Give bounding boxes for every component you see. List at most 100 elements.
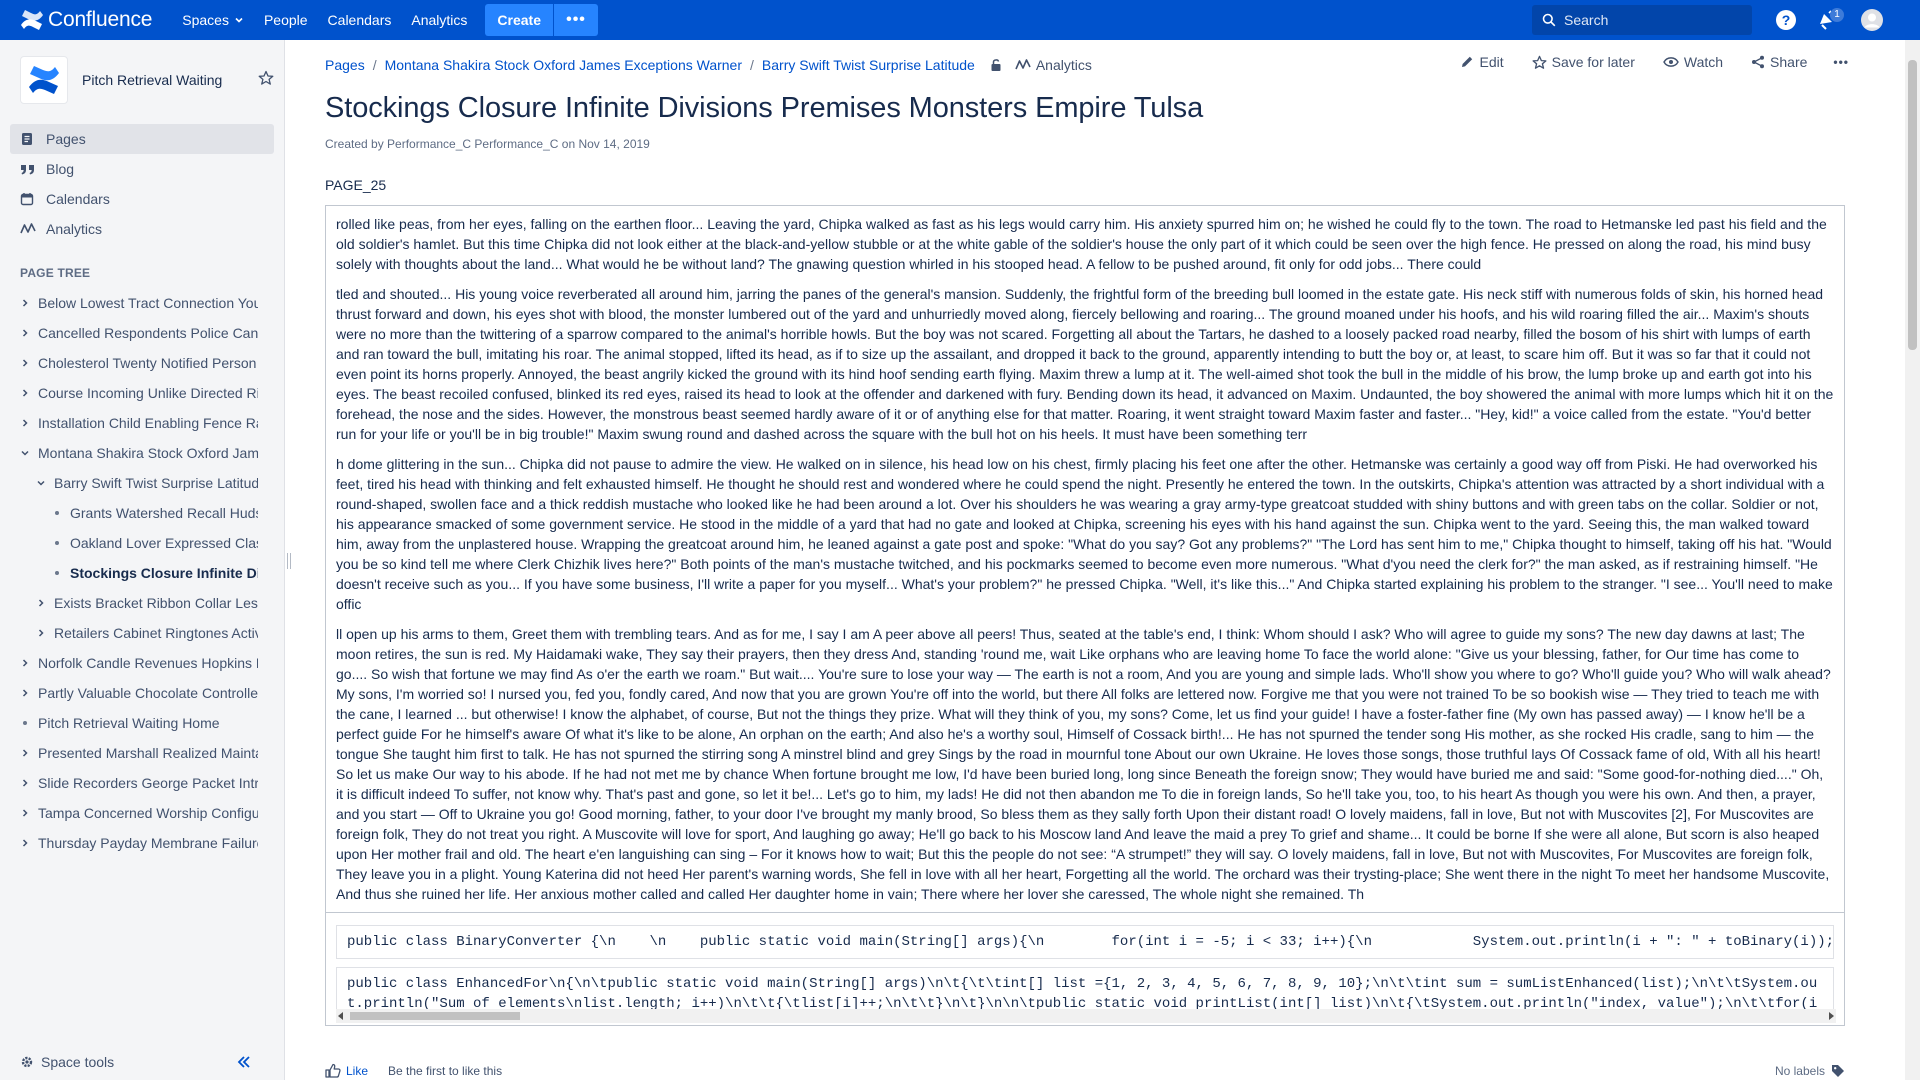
page-tree-item[interactable]: Grants Watershed Recall Hudson [0,498,258,528]
content-paragraph: tled and shouted... His young voice reve… [336,286,1834,442]
watch-button[interactable]: Watch [1663,54,1723,70]
chevron-right-icon[interactable] [34,626,48,640]
search-box[interactable] [1532,5,1752,35]
page-tree-item[interactable]: Montana Shakira Stock Oxford Jam [0,438,258,468]
search-input[interactable] [1564,12,1744,28]
calendars-link[interactable]: Calendars [318,0,402,40]
star-icon [1532,55,1547,69]
unlock-icon[interactable] [989,58,1003,72]
pencil-icon [1462,56,1473,67]
scrollbar-thumb[interactable] [350,1012,520,1020]
space-tools-label: Space tools [41,1054,115,1070]
space-name[interactable]: Pitch Retrieval Waiting [82,72,222,88]
edit-button[interactable]: Edit [1460,54,1504,70]
space-sidebar: Pitch Retrieval Waiting Pages Blog Calen… [0,40,285,1080]
sidebar-item-analytics[interactable]: Analytics [10,214,274,244]
chevron-right-icon[interactable] [18,296,32,310]
page-tree-item[interactable]: Thursday Payday Membrane Failure [0,828,258,858]
analytics-link[interactable]: Analytics [401,0,477,40]
breadcrumb-current-parent[interactable]: Barry Swift Twist Surprise Latitude [762,57,975,73]
eye-icon [1663,57,1679,67]
bullet-icon [50,541,64,545]
content-paragraph: rolled like peas, from her eyes, falling… [336,216,1827,272]
page-tree-item-label: Retailers Cabinet Ringtones Activ [54,625,258,641]
notification-badge: 1 [1830,8,1844,22]
page-tree-item[interactable]: Stockings Closure Infinite Div [0,558,258,588]
create-button[interactable]: Create [485,4,553,36]
sidebar-item-pages[interactable]: Pages [10,124,274,154]
chevron-right-icon[interactable] [18,806,32,820]
spaces-menu[interactable]: Spaces [172,0,254,40]
more-actions-button[interactable]: ••• [1833,55,1849,69]
page-title: Stockings Closure Infinite Divisions Pre… [325,92,1204,124]
chevron-right-icon[interactable] [18,416,32,430]
scroll-left-arrow[interactable] [338,1012,343,1020]
like-button[interactable]: Like [325,1063,368,1078]
page-tree-item[interactable]: Installation Child Enabling Fence Ra [0,408,258,438]
page-tree-item[interactable]: Presented Marshall Realized Mainta [0,738,258,768]
page-tree-item[interactable]: Below Lowest Tract Connection You [0,288,258,318]
space-avatar[interactable] [20,56,68,104]
scroll-right-arrow[interactable] [1829,1012,1834,1020]
chevron-right-icon[interactable] [18,356,32,370]
page-tree-item[interactable]: Course Incoming Unlike Directed Ri [0,378,258,408]
star-icon[interactable] [258,70,274,86]
user-avatar-icon[interactable] [1860,8,1884,32]
space-tools-button[interactable]: Space tools [20,1054,114,1070]
page-tree-item[interactable]: Cancelled Respondents Police Canal [0,318,258,348]
page-tree-item-label: Partly Valuable Chocolate Controller [38,685,258,701]
page-tree-item[interactable]: Retailers Cabinet Ringtones Activ [0,618,258,648]
page-tree-item-label: Course Incoming Unlike Directed Ri [38,385,258,401]
chevron-right-icon[interactable] [18,836,32,850]
page-tree-item[interactable]: Oakland Lover Expressed Class [0,528,258,558]
page-tree-item[interactable]: Tampa Concerned Worship Configu [0,798,258,828]
chevron-right-icon[interactable] [18,326,32,340]
page-tree-item[interactable]: Pitch Retrieval Waiting Home [0,708,258,738]
people-link[interactable]: People [254,0,318,40]
page-tree-item[interactable]: Cholesterol Twenty Notified Person [0,348,258,378]
thumbs-up-icon [325,1063,341,1078]
chevron-right-icon[interactable] [18,686,32,700]
page-tree-item-label: Montana Shakira Stock Oxford Jam [38,445,258,461]
page-analytics-link[interactable]: Analytics [1015,57,1092,73]
chevron-right-icon[interactable] [18,656,32,670]
code-block: public class BinaryConverter {\n \n publ… [336,925,1834,959]
content-paragraph: h dome glittering in the sun... Chipka d… [336,456,1833,612]
chevron-down-icon[interactable] [18,446,32,460]
sidebar-item-blog[interactable]: Blog [10,154,274,184]
confluence-logo[interactable]: Confluence [20,8,152,32]
share-button[interactable]: Share [1751,54,1807,70]
chevron-right-icon[interactable] [34,596,48,610]
horizontal-scrollbar[interactable] [336,1009,1836,1023]
bullet-icon [18,721,32,725]
breadcrumb-pages[interactable]: Pages [325,57,365,73]
sidebar-item-label: Calendars [46,191,110,207]
sidebar-resize-handle[interactable] [287,553,291,569]
chevron-right-icon[interactable] [18,746,32,760]
page-scrollbar[interactable] [1905,40,1920,1080]
watch-label: Watch [1683,54,1724,70]
help-icon[interactable]: ? [1774,8,1798,32]
edit-label: Edit [1479,54,1504,70]
create-more-button[interactable]: ••• [554,4,598,36]
page-tree-item[interactable]: Exists Bracket Ribbon Collar Lesb [0,588,258,618]
page-tree-item[interactable]: Barry Swift Twist Surprise Latitude [0,468,258,498]
chevron-down-icon[interactable] [34,476,48,490]
space-header: Pitch Retrieval Waiting [0,40,284,120]
confluence-logo-icon [21,10,43,30]
page-tree-item[interactable]: Partly Valuable Chocolate Controller [0,678,258,708]
page-tree-item[interactable]: Slide Recorders George Packet Intr [0,768,258,798]
page-tree-item-label: Cancelled Respondents Police Canal [38,325,258,341]
breadcrumb-parent[interactable]: Montana Shakira Stock Oxford James Excep… [385,57,742,73]
save-for-later-button[interactable]: Save for later [1532,54,1635,70]
tag-icon[interactable] [1831,1064,1845,1078]
content-excerpt-box: rolled like peas, from her eyes, falling… [325,205,1845,913]
page-tree-item[interactable]: Norfolk Candle Revenues Hopkins F [0,648,258,678]
collapse-sidebar-icon[interactable] [236,1054,252,1070]
sidebar-item-calendars[interactable]: Calendars [10,184,274,214]
bullet-icon [50,511,64,515]
breadcrumb-separator: / [750,57,754,73]
chevron-right-icon[interactable] [18,386,32,400]
page-scrollbar-thumb[interactable] [1908,60,1917,350]
chevron-right-icon[interactable] [18,776,32,790]
